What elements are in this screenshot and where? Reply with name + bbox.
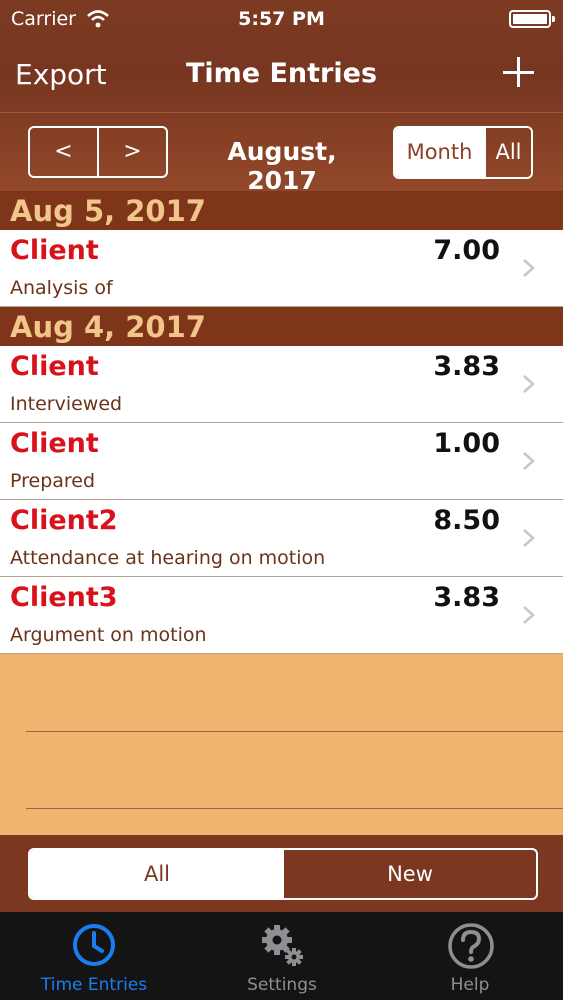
entry-client: Client2 [10, 505, 118, 536]
filter-toolbar: All New [0, 835, 563, 912]
filter-new-segment[interactable]: New [284, 850, 536, 898]
status-bar: Carrier 5:57 PM [0, 0, 563, 40]
range-all-segment[interactable]: All [484, 128, 531, 177]
entry-hours: 8.50 [433, 505, 500, 536]
chevron-right-icon [523, 606, 535, 624]
tab-label: Settings [247, 975, 317, 995]
clock-icon [73, 924, 115, 966]
entry-description: Analysis of [10, 277, 113, 299]
tab-bar: Time Entries Settings Help [0, 912, 563, 1000]
time-entry-row[interactable]: Client3 3.83 Argument on motion [0, 577, 563, 654]
chevron-right-icon [523, 452, 535, 470]
filter-all-segment[interactable]: All [30, 850, 284, 898]
entry-hours: 3.83 [433, 582, 500, 613]
time-entry-row[interactable]: Client2 8.50 Attendance at hearing on mo… [0, 500, 563, 577]
header-area: Carrier 5:57 PM Export Time Entries < > … [0, 0, 563, 195]
navigation-bar: Export Time Entries [0, 40, 563, 112]
entry-hours: 3.83 [433, 351, 500, 382]
entry-description: Prepared [10, 470, 96, 492]
range-segmented-control: Month All [393, 126, 533, 179]
entry-client: Client [10, 235, 99, 266]
previous-month-button[interactable]: < [30, 128, 99, 176]
entry-client: Client [10, 351, 99, 382]
battery-icon [509, 10, 555, 28]
tab-help[interactable]: Help [376, 912, 563, 1000]
filter-segmented-control: All New [28, 848, 538, 900]
chevron-right-icon [523, 259, 535, 277]
page-title: Time Entries [185, 58, 378, 89]
gears-icon [262, 925, 303, 966]
time-entry-row[interactable]: Client 3.83 Interviewed [0, 346, 563, 423]
empty-list-area [0, 654, 563, 835]
tab-label: Help [450, 975, 490, 995]
entry-hours: 1.00 [433, 428, 500, 459]
section-header: Aug 5, 2017 [0, 191, 563, 230]
time-entry-row[interactable]: Client 7.00 Analysis of [0, 230, 563, 307]
current-month-label: August, 2017 [227, 137, 337, 195]
empty-row-separator [26, 808, 563, 809]
section-date: Aug 4, 2017 [10, 310, 206, 344]
time-entry-row[interactable]: Client 1.00 Prepared [0, 423, 563, 500]
help-icon [448, 923, 494, 969]
entry-client: Client [10, 428, 99, 459]
divider [0, 112, 563, 113]
entry-description: Interviewed [10, 393, 123, 415]
entry-description: Argument on motion [10, 624, 207, 646]
range-month-segment[interactable]: Month [395, 128, 484, 177]
tab-label: Time Entries [40, 975, 148, 995]
add-entry-icon[interactable] [499, 54, 539, 94]
chevron-right-icon [523, 375, 535, 393]
tab-settings[interactable]: Settings [188, 912, 376, 1000]
section-header: Aug 4, 2017 [0, 307, 563, 346]
section-date: Aug 5, 2017 [10, 194, 206, 228]
tab-time-entries[interactable]: Time Entries [0, 912, 188, 1000]
entry-client: Client3 [10, 582, 118, 613]
next-month-button[interactable]: > [99, 128, 166, 176]
chevron-right-icon [523, 529, 535, 547]
month-pager: < > [28, 126, 168, 178]
entry-hours: 7.00 [433, 235, 500, 266]
status-time: 5:57 PM [238, 8, 325, 30]
entry-description: Attendance at hearing on motion [10, 547, 326, 569]
empty-row-separator [26, 731, 563, 732]
